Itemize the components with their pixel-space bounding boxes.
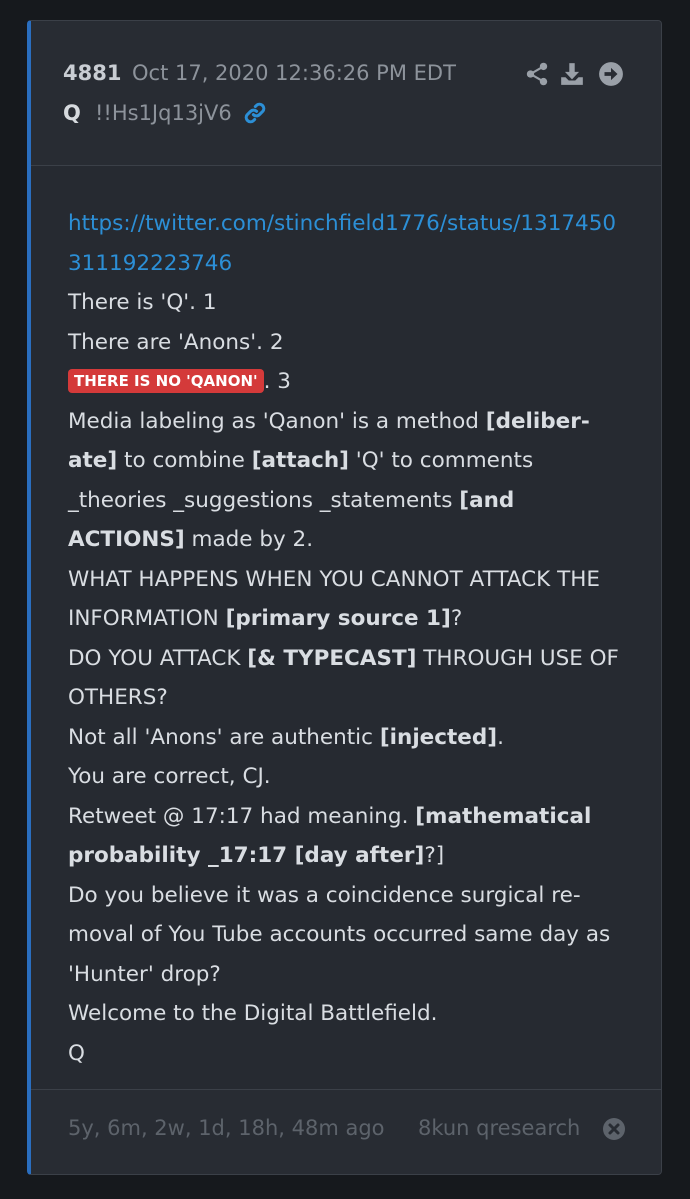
message-line: You are correct, CJ. — [68, 764, 271, 789]
message-line: ate] to combine [attach] 'Q' to comments — [68, 448, 534, 473]
post-footer: 5y, 6m, 2w, 1d, 18h, 48m ago 8kun qresea… — [31, 1089, 661, 1174]
message-line: Retweet @ 17:17 had meaning. [mathematic… — [68, 803, 592, 829]
message-line: WHAT HAPPENS WHEN YOU CANNOT ATTACK THE — [68, 566, 600, 592]
author-name: Q — [63, 101, 81, 125]
message-line: There are 'Anons'. 2 — [68, 329, 284, 355]
message-line: THERE IS NO 'QANON'. 3 — [68, 362, 628, 402]
highlight-tag: THERE IS NO 'QANON' — [68, 369, 264, 393]
message-line: 'Hunter' drop? — [68, 961, 221, 987]
message-line: Not all 'Anons' are authentic [injected]… — [68, 724, 504, 750]
message-line: Media labeling as 'Qanon' is a method [d… — [68, 408, 590, 434]
message-line: DO YOU ATTACK [& TYPECAST] THROUGH USE O… — [68, 645, 619, 671]
message-line: There is 'Q'. 1 — [68, 290, 217, 315]
message-line: OTHERS? — [68, 685, 168, 710]
message-line: ACTIONS] made by 2. — [68, 527, 314, 552]
share-icon[interactable] — [524, 61, 550, 87]
post-date: Oct 17, 2020 12:36:26 PM EDT — [132, 61, 456, 85]
post-header: 4881 Oct 17, 2020 12:36:26 PM EDT Q !!Hs… — [31, 21, 661, 166]
post-message: https://twitter.com/stinchfield1776/stat… — [68, 204, 628, 1073]
close-circle-icon[interactable] — [602, 1117, 626, 1141]
download-icon[interactable] — [559, 61, 585, 87]
message-line: Welcome to the Digital Battlefield. — [68, 1001, 438, 1026]
post-number[interactable]: 4881 — [63, 61, 121, 85]
message-signature: Q — [68, 1040, 85, 1066]
message-line: moval of You Tube accounts occurred same… — [68, 922, 611, 947]
message-line: Do you believe it was a coincidence surg… — [68, 882, 581, 908]
post-body: https://twitter.com/stinchfield1776/stat… — [31, 166, 661, 1090]
link-icon[interactable] — [242, 100, 268, 126]
source-board: 8kun qresearch — [418, 1116, 581, 1140]
message-line: probability _17:17 [day after]?] — [68, 843, 445, 868]
arrow-circle-right-icon[interactable] — [598, 61, 624, 87]
message-line: INFORMATION [primary source 1]? — [68, 606, 463, 631]
tweet-link-continued[interactable]: 311192223746 — [68, 244, 628, 284]
tweet-link[interactable]: https://twitter.com/stinchfield1776/stat… — [68, 204, 628, 244]
post-card: 4881 Oct 17, 2020 12:36:26 PM EDT Q !!Hs… — [27, 20, 662, 1175]
relative-time: 5y, 6m, 2w, 1d, 18h, 48m ago — [68, 1116, 385, 1140]
message-line: _theories _suggestions _statements [and — [68, 487, 515, 513]
tripcode: !!Hs1Jq13jV6 — [95, 101, 232, 125]
